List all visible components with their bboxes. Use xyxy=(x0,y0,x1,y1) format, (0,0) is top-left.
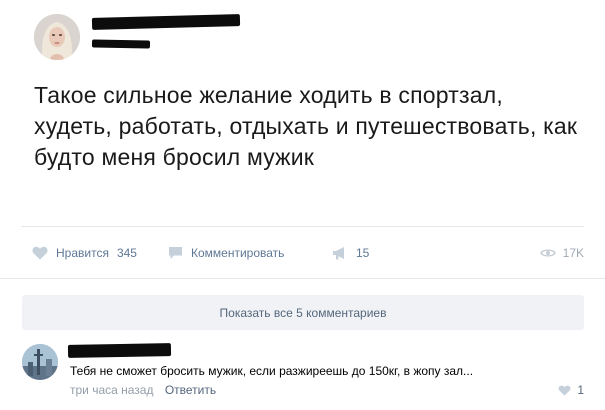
commenter-avatar[interactable] xyxy=(22,344,58,380)
heart-icon xyxy=(558,385,571,396)
show-all-comments-label: Показать все 5 комментариев xyxy=(219,305,387,320)
comment-like-button[interactable]: 1 xyxy=(558,383,584,397)
divider-top xyxy=(21,226,584,227)
comment-like-count: 1 xyxy=(577,383,584,397)
like-count: 345 xyxy=(116,246,137,260)
show-all-comments-button[interactable]: Показать все 5 комментариев xyxy=(22,295,584,330)
like-label: Нравится xyxy=(56,246,109,260)
author-name-redacted xyxy=(91,14,241,30)
speech-bubble-icon xyxy=(169,247,182,259)
views-count: 17K xyxy=(562,246,584,260)
post-date-redacted xyxy=(91,39,151,49)
comment-time: три часа назад xyxy=(70,383,154,397)
eye-icon xyxy=(539,249,556,257)
share-button[interactable]: 15 xyxy=(332,245,369,261)
share-count: 15 xyxy=(356,246,370,260)
reply-link[interactable]: Ответить xyxy=(165,383,216,397)
views-counter: 17K xyxy=(539,245,584,261)
commenter-avatar-image xyxy=(22,344,58,380)
megaphone-icon xyxy=(333,247,344,260)
commenter-name-redacted xyxy=(67,343,172,358)
heart-icon xyxy=(32,246,48,260)
post-header xyxy=(0,0,605,70)
post-actions: Нравится 345 Комментировать 15 17K xyxy=(0,232,605,274)
like-button[interactable]: Нравится 345 xyxy=(32,245,137,261)
comment-button[interactable]: Комментировать xyxy=(168,245,284,261)
comment-meta: три часа назад Ответить xyxy=(70,383,216,397)
divider-bottom xyxy=(0,278,605,279)
author-avatar[interactable] xyxy=(34,14,80,60)
author-avatar-image xyxy=(34,14,80,60)
comment-label: Комментировать xyxy=(191,246,285,260)
post-text: Такое сильное желание ходить в спортзал,… xyxy=(34,82,578,170)
comment-text: Тебя не сможет бросить мужик, если разжи… xyxy=(70,364,474,378)
